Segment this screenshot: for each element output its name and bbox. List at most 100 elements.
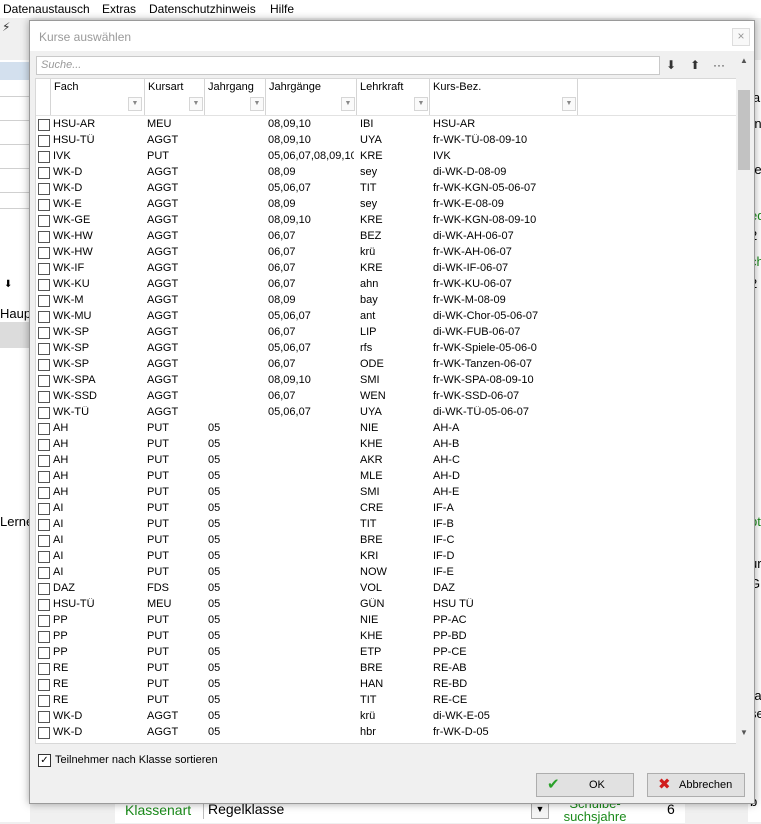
table-row[interactable]: AI PUT 05 NOW IF-E xyxy=(36,565,736,581)
close-icon[interactable]: × xyxy=(732,28,750,46)
table-row[interactable]: WK-TÜ AGGT 05,06,07 UYA di-WK-TÜ-05-06-07 xyxy=(36,405,736,421)
table-row[interactable]: HSU-TÜ AGGT 08,09,10 UYA fr-WK-TÜ-08-09-10 xyxy=(36,133,736,149)
table-row[interactable]: AH PUT 05 SMI AH-E xyxy=(36,485,736,501)
table-row[interactable]: RE PUT 05 HAN RE-BD xyxy=(36,677,736,693)
row-checkbox[interactable] xyxy=(38,679,50,691)
table-row[interactable]: WK-SP AGGT 06,07 ODE fr-WK-Tanzen-06-07 xyxy=(36,357,736,373)
row-checkbox[interactable] xyxy=(38,167,50,179)
row-checkbox[interactable] xyxy=(38,343,50,355)
table-row[interactable]: WK-IF AGGT 06,07 KRE di-WK-IF-06-07 xyxy=(36,261,736,277)
table-row[interactable]: WK-D AGGT 05 krü di-WK-E-05 xyxy=(36,709,736,725)
row-checkbox[interactable] xyxy=(38,119,50,131)
row-checkbox[interactable] xyxy=(38,263,50,275)
row-checkbox[interactable] xyxy=(38,647,50,659)
row-checkbox[interactable] xyxy=(38,535,50,547)
table-row[interactable]: WK-D AGGT 05 hbr fr-WK-D-05 xyxy=(36,725,736,741)
row-checkbox[interactable] xyxy=(38,663,50,675)
table-row[interactable]: PP PUT 05 KHE PP-BD xyxy=(36,629,736,645)
table-row[interactable]: WK-D AGGT 05,06,07 TIT fr-WK-KGN-05-06-07 xyxy=(36,181,736,197)
filter-dropdown-icon[interactable]: ▼ xyxy=(250,97,264,111)
row-checkbox[interactable] xyxy=(38,695,50,707)
table-row[interactable]: WK-D AGGT 08,09 sey di-WK-D-08-09 xyxy=(36,165,736,181)
menu-datenschutzhinweis[interactable]: Datenschutzhinweis xyxy=(149,2,256,16)
row-checkbox[interactable] xyxy=(38,135,50,147)
vertical-scrollbar[interactable]: ▲ ▼ xyxy=(736,54,752,744)
row-checkbox[interactable] xyxy=(38,631,50,643)
scroll-up-icon[interactable]: ▲ xyxy=(738,56,750,70)
sort-by-class-checkbox[interactable]: ✓ xyxy=(38,754,51,767)
column-header-kursart[interactable]: Kursart ▼ xyxy=(144,79,205,115)
search-input[interactable] xyxy=(37,57,655,73)
table-row[interactable]: WK-M AGGT 08,09 bay fr-WK-M-08-09 xyxy=(36,293,736,309)
scroll-thumb[interactable] xyxy=(738,90,750,170)
row-checkbox[interactable] xyxy=(38,519,50,531)
ok-button[interactable]: ✔ OK xyxy=(536,773,634,797)
row-checkbox[interactable] xyxy=(38,215,50,227)
row-checkbox[interactable] xyxy=(38,359,50,371)
move-up-icon[interactable]: ⬆ xyxy=(685,56,705,74)
row-checkbox[interactable] xyxy=(38,455,50,467)
row-checkbox[interactable] xyxy=(38,439,50,451)
row-checkbox[interactable] xyxy=(38,295,50,307)
row-checkbox[interactable] xyxy=(38,199,50,211)
table-row[interactable]: WK-KU AGGT 06,07 ahn fr-WK-KU-06-07 xyxy=(36,277,736,293)
table-row[interactable]: AI PUT 05 BRE IF-C xyxy=(36,533,736,549)
row-checkbox[interactable] xyxy=(38,551,50,563)
table-row[interactable]: WK-E AGGT 08,09 sey fr-WK-E-08-09 xyxy=(36,197,736,213)
row-checkbox[interactable] xyxy=(38,503,50,515)
filter-dropdown-icon[interactable]: ▼ xyxy=(189,97,203,111)
row-checkbox[interactable] xyxy=(38,231,50,243)
row-checkbox[interactable] xyxy=(38,151,50,163)
menu-extras[interactable]: Extras xyxy=(102,2,136,16)
table-row[interactable]: WK-MU AGGT 05,06,07 ant di-WK-Chor-05-06-07 xyxy=(36,309,736,325)
row-checkbox[interactable] xyxy=(38,727,50,739)
row-checkbox[interactable] xyxy=(38,279,50,291)
table-row[interactable]: WK-HW AGGT 06,07 krü fr-WK-AH-06-07 xyxy=(36,245,736,261)
table-row[interactable]: HSU-AR MEU 08,09,10 IBI HSU-AR xyxy=(36,117,736,133)
row-checkbox[interactable] xyxy=(38,711,50,723)
table-row[interactable]: WK-SSD AGGT 06,07 WEN fr-WK-SSD-06-07 xyxy=(36,389,736,405)
menu-datenaustausch[interactable]: Datenaustausch xyxy=(3,2,90,16)
table-row[interactable]: WK-KU AGGT05 hbrdi-WK-KU-05 xyxy=(36,741,736,744)
row-checkbox[interactable] xyxy=(38,423,50,435)
filter-dropdown-icon[interactable]: ▼ xyxy=(562,97,576,111)
row-checkbox[interactable] xyxy=(38,743,50,744)
table-row[interactable]: IVK PUT 05,06,07,08,09,10 KRE IVK xyxy=(36,149,736,165)
row-checkbox[interactable] xyxy=(38,583,50,595)
down-arrow-icon[interactable]: ⬇ xyxy=(4,279,12,290)
table-row[interactable]: AH PUT 05 KHE AH-B xyxy=(36,437,736,453)
scroll-down-icon[interactable]: ▼ xyxy=(738,728,750,742)
column-header-kurs-bez[interactable]: Kurs-Bez. ▼ xyxy=(429,79,578,115)
row-checkbox[interactable] xyxy=(38,487,50,499)
table-row[interactable]: WK-HW AGGT 06,07 BEZ di-WK-AH-06-07 xyxy=(36,229,736,245)
column-header-fach[interactable]: Fach ▼ xyxy=(50,79,144,115)
table-row[interactable]: AI PUT 05 CRE IF-A xyxy=(36,501,736,517)
table-row[interactable]: DAZ FDS 05 VOL DAZ xyxy=(36,581,736,597)
row-checkbox[interactable] xyxy=(38,567,50,579)
row-checkbox[interactable] xyxy=(38,375,50,387)
row-checkbox[interactable] xyxy=(38,599,50,611)
table-row[interactable]: AI PUT 05 TIT IF-B xyxy=(36,517,736,533)
row-checkbox[interactable] xyxy=(38,391,50,403)
row-checkbox[interactable] xyxy=(38,311,50,323)
cancel-button[interactable]: ✖ Abbrechen xyxy=(647,773,745,797)
filter-icon[interactable]: ⚡ xyxy=(2,20,10,34)
more-options-icon[interactable]: ··· xyxy=(709,56,729,74)
table-row[interactable]: RE PUT 05 BRE RE-AB xyxy=(36,661,736,677)
row-checkbox[interactable] xyxy=(38,247,50,259)
column-header-jahrgaenge[interactable]: Jahrgänge ▼ xyxy=(265,79,357,115)
row-checkbox[interactable] xyxy=(38,407,50,419)
table-row[interactable]: AH PUT 05 AKR AH-C xyxy=(36,453,736,469)
table-row[interactable]: RE PUT 05 TIT RE-CE xyxy=(36,693,736,709)
table-row[interactable]: AH PUT 05 MLE AH-D xyxy=(36,469,736,485)
table-row[interactable]: WK-SP AGGT 05,06,07 rfs fr-WK-Spiele-05-06-0 xyxy=(36,341,736,357)
filter-dropdown-icon[interactable]: ▼ xyxy=(128,97,142,111)
column-header-jahrgang[interactable]: Jahrgang ▼ xyxy=(204,79,266,115)
table-row[interactable]: AH PUT 05 NIE AH-A xyxy=(36,421,736,437)
row-checkbox[interactable] xyxy=(38,471,50,483)
filter-dropdown-icon[interactable]: ▼ xyxy=(414,97,428,111)
row-checkbox[interactable] xyxy=(38,615,50,627)
table-row[interactable]: WK-SP AGGT 06,07 LIP di-WK-FUB-06-07 xyxy=(36,325,736,341)
row-checkbox[interactable] xyxy=(38,327,50,339)
table-row[interactable]: PP PUT 05 ETP PP-CE xyxy=(36,645,736,661)
